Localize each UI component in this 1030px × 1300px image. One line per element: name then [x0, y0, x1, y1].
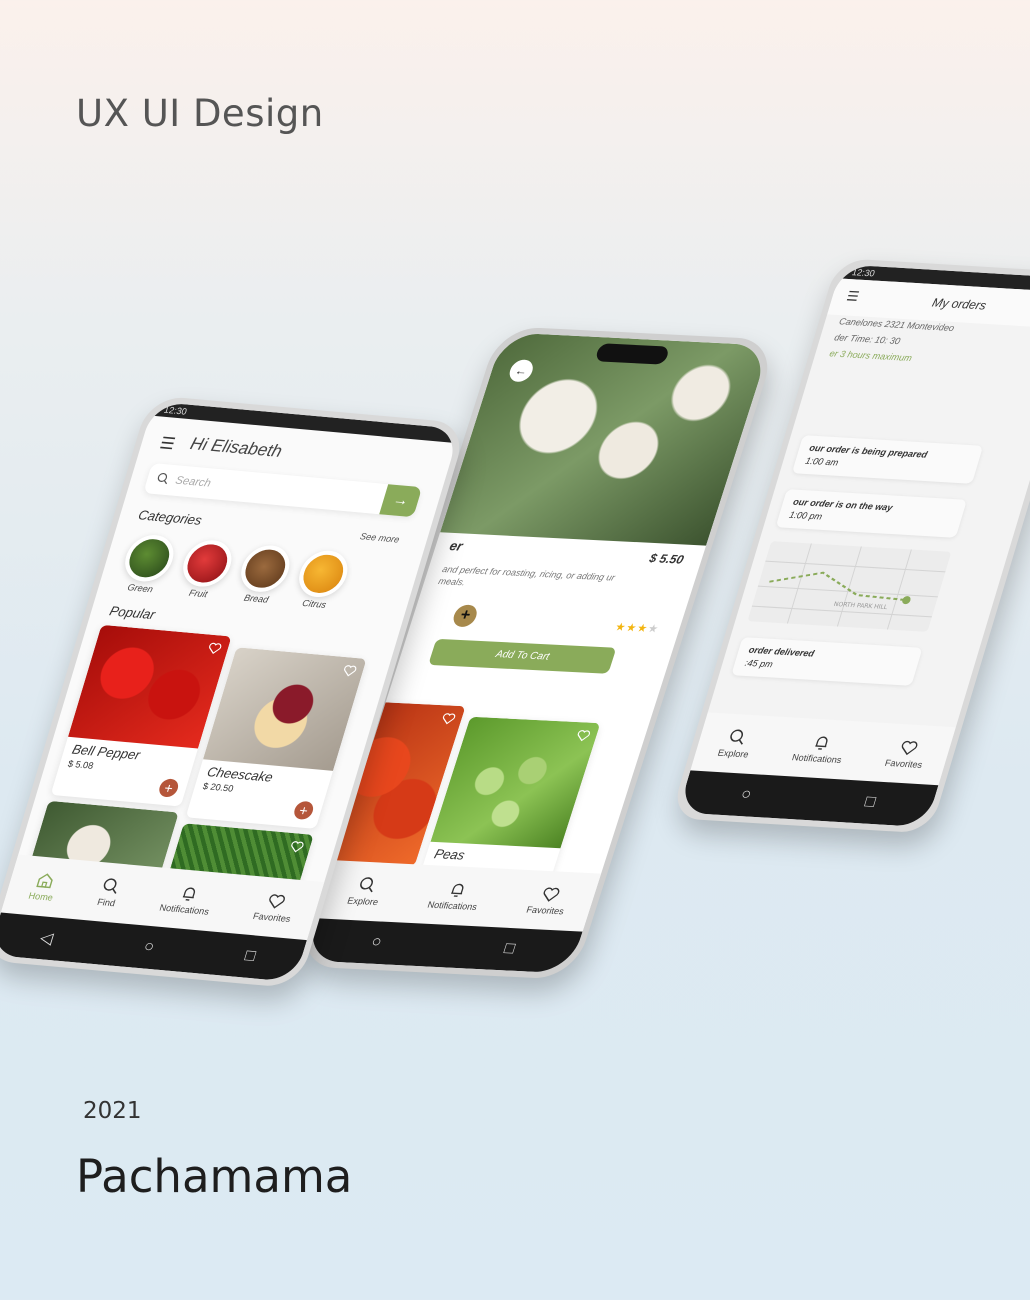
menu-icon[interactable]: ☰ [157, 433, 177, 454]
quantity-plus-button[interactable]: + [450, 604, 480, 628]
tab-notifications[interactable]: Notifications [158, 882, 216, 917]
heart-icon[interactable] [341, 663, 359, 678]
project-year: 2021 [83, 1098, 142, 1124]
project-name: Pachamama [76, 1150, 353, 1203]
tab-notifications[interactable]: Notifications [791, 732, 849, 765]
back-nav-icon[interactable]: ◁ [37, 928, 55, 949]
product-name: er [447, 538, 465, 554]
menu-icon[interactable]: ☰ [845, 288, 861, 305]
bell-icon [814, 736, 828, 750]
fruit-category-image [177, 538, 238, 589]
tab-notifications[interactable]: Notifications [426, 880, 485, 912]
search-icon [103, 878, 117, 894]
recents-nav-icon[interactable]: □ [242, 947, 258, 966]
bell-pepper-image [68, 624, 232, 749]
citrus-category-image [293, 548, 354, 599]
search-input[interactable]: Search → [143, 462, 423, 518]
search-icon [730, 729, 744, 745]
order-address-block: Canelones 2321 Montevideo der Time: 10: … [827, 313, 956, 368]
search-icon [157, 472, 168, 485]
search-go-button[interactable]: → [379, 484, 423, 518]
order-step-delivered: order delivered :45 pm [731, 637, 923, 686]
category-green[interactable]: Green [114, 533, 181, 596]
search-icon [360, 877, 374, 893]
home-nav-icon[interactable]: ○ [739, 786, 754, 805]
bread-category-image [235, 543, 296, 594]
map-route: NORTH PARK HILL [751, 543, 946, 630]
heart-icon [543, 887, 559, 902]
recents-nav-icon[interactable]: □ [863, 793, 878, 812]
greeting: Hi Elisabeth [188, 433, 285, 462]
home-icon [36, 873, 54, 889]
bell-icon [450, 883, 464, 897]
heart-icon [901, 740, 918, 756]
tab-favorites[interactable]: Favorites [252, 891, 298, 924]
star-empty-icon: ★ [646, 623, 661, 636]
recents-nav-icon[interactable]: □ [502, 940, 517, 958]
product-price: $ 5.50 [647, 551, 686, 567]
add-button[interactable]: + [157, 778, 181, 798]
cheescake-image [203, 647, 367, 771]
product-hero-image: ← [440, 332, 771, 546]
category-bread[interactable]: Bread [230, 543, 297, 606]
home-nav-icon[interactable]: ○ [141, 938, 157, 957]
tab-favorites[interactable]: Favorites [525, 885, 572, 916]
heart-icon[interactable] [206, 641, 224, 656]
back-arrow-icon[interactable]: ← [506, 359, 536, 383]
rating-stars: ★★★★ [613, 620, 661, 635]
heart-icon[interactable] [574, 728, 592, 743]
order-step-prepared: our order is being prepared 1:00 am [791, 435, 984, 484]
home-nav-icon[interactable]: ○ [369, 933, 384, 951]
tab-explore[interactable]: Explore [346, 876, 386, 907]
order-step-on-the-way: our order is on the way 1:00 pm [775, 489, 967, 538]
page-title: UX UI Design [76, 92, 324, 135]
see-more-link[interactable]: See more [359, 531, 401, 545]
tab-explore[interactable]: Explore [717, 728, 757, 760]
popular-title: Popular [107, 603, 158, 623]
map-label: NORTH PARK HILL [833, 601, 889, 611]
add-button[interactable]: + [292, 800, 316, 821]
category-fruit[interactable]: Fruit [172, 538, 239, 601]
bell-icon [182, 887, 195, 901]
orders-title: My orders [930, 295, 989, 313]
categories-title: Categories [136, 507, 204, 528]
delivery-map[interactable]: NORTH PARK HILL [747, 541, 952, 632]
green-category-image [119, 533, 180, 584]
heart-icon[interactable] [288, 839, 306, 854]
heart-icon [269, 894, 286, 909]
add-to-cart-button[interactable]: Add To Cart [428, 638, 617, 674]
category-citrus[interactable]: Citrus [288, 548, 355, 612]
tab-home[interactable]: Home [27, 871, 60, 903]
tab-find[interactable]: Find [96, 877, 123, 909]
product-description: and perfect for roasting, ricing, or add… [437, 564, 617, 588]
tab-favorites[interactable]: Favorites [884, 738, 930, 770]
heart-icon[interactable] [439, 711, 457, 726]
dynamic-island [594, 343, 671, 365]
search-placeholder: Search [173, 474, 213, 490]
